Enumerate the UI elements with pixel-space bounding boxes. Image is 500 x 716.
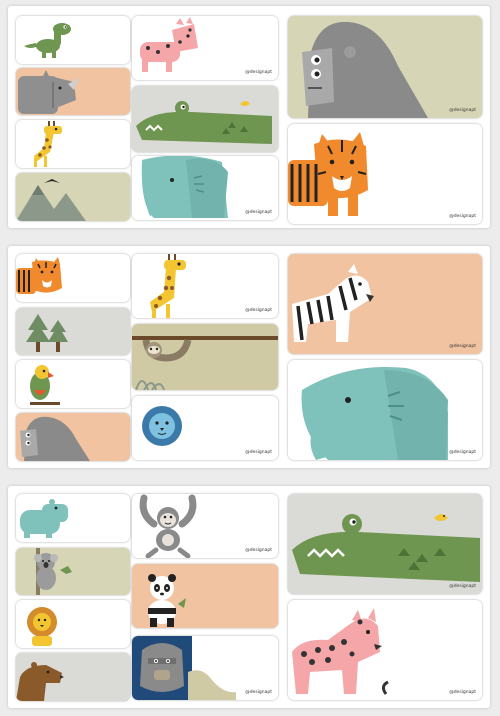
label-blue-lion[interactable]: @designapt (132, 396, 278, 460)
koala-illustration (34, 548, 72, 595)
label-tiger[interactable]: @designapt (288, 124, 482, 224)
mountains-illustration (16, 179, 86, 221)
label-zebra[interactable]: @designapt (288, 254, 482, 354)
label-parrot[interactable] (16, 360, 130, 408)
brand-label: @designapt (449, 214, 476, 219)
brand-label: @designapt (245, 450, 272, 455)
crocodile-illustration (136, 101, 272, 144)
label-mountains-bird[interactable] (16, 173, 130, 221)
label-elephant[interactable]: @designapt (288, 360, 482, 460)
gorilla-illustration (20, 416, 90, 461)
panda-illustration (148, 574, 186, 627)
tiger-illustration (288, 132, 368, 216)
label-tiger[interactable] (16, 254, 130, 302)
label-rhino[interactable] (16, 68, 130, 115)
crocodile-illustration (292, 514, 480, 582)
brand-label: @designapt (449, 344, 476, 349)
hippo-illustration (20, 499, 68, 538)
label-elephant[interactable]: @designapt (132, 156, 278, 220)
dinosaur-illustration (24, 23, 71, 58)
sticker-sheet-1: @designapt @designapt @designapt @design… (8, 6, 490, 228)
lion-illustration (27, 607, 57, 646)
label-panda[interactable] (132, 564, 278, 628)
label-gorilla[interactable]: @designapt (288, 16, 482, 118)
label-trees[interactable] (16, 308, 130, 355)
brand-label: @designapt (449, 690, 476, 695)
label-sloth[interactable] (132, 324, 278, 390)
sloth-illustration (132, 336, 278, 390)
label-monkey[interactable]: @designapt (132, 494, 278, 558)
label-baboon[interactable]: @designapt (132, 636, 278, 700)
label-crocodile[interactable] (132, 86, 278, 152)
tiger-illustration (16, 257, 62, 294)
brand-label: @designapt (245, 308, 272, 313)
gorilla-illustration (302, 21, 428, 118)
brand-label: @designapt (449, 584, 476, 589)
label-gorilla[interactable] (16, 413, 130, 461)
brand-label: @designapt (245, 70, 272, 75)
zebra-illustration (292, 264, 374, 342)
label-leopard[interactable]: @designapt (132, 16, 278, 80)
label-koala[interactable] (16, 548, 130, 595)
sticker-sheet-2: @designapt @designapt @designapt @design… (8, 246, 490, 468)
label-dinosaur[interactable] (16, 16, 130, 64)
label-hippo[interactable] (16, 494, 130, 542)
label-giraffe[interactable] (16, 120, 130, 168)
rhino-illustration (18, 70, 79, 114)
giraffe-illustration (34, 121, 62, 167)
brand-label: @designapt (245, 690, 272, 695)
bear-illustration (16, 662, 64, 701)
parrot-illustration (30, 365, 60, 405)
brand-label: @designapt (449, 450, 476, 455)
sticker-sheet-3: @designapt @designapt @designapt @design… (8, 486, 490, 708)
brand-label: @designapt (245, 210, 272, 215)
leopard-illustration (292, 608, 389, 695)
trees-illustration (26, 314, 68, 352)
label-bear[interactable] (16, 653, 130, 701)
brand-label: @designapt (449, 108, 476, 113)
label-lion[interactable] (16, 600, 130, 648)
elephant-illustration (298, 366, 448, 460)
label-leopard[interactable]: @designapt (288, 600, 482, 700)
label-crocodile[interactable]: @designapt (288, 494, 482, 594)
label-giraffe[interactable]: @designapt (132, 254, 278, 318)
brand-label: @designapt (245, 548, 272, 553)
